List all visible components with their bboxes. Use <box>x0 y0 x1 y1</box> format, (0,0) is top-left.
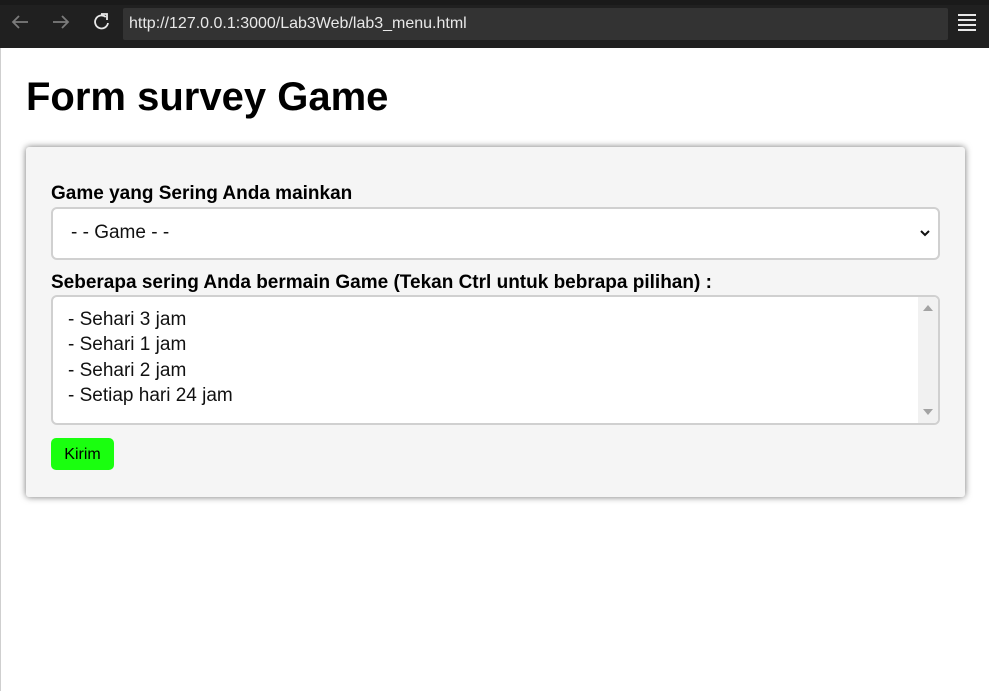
scroll-down-arrow-icon[interactable] <box>923 409 933 415</box>
hamburger-menu-icon[interactable] <box>958 14 976 32</box>
browser-tab-strip <box>0 0 989 5</box>
list-item[interactable]: - Sehari 3 jam <box>68 309 186 331</box>
game-select[interactable]: - - Game - - <box>51 207 940 260</box>
reload-icon[interactable] <box>90 10 114 34</box>
list-item[interactable]: - Sehari 1 jam <box>68 334 186 356</box>
game-field-label: Game yang Sering Anda mainkan <box>51 183 353 204</box>
list-item[interactable]: - Sehari 2 jam <box>68 360 186 382</box>
listbox-scrollbar[interactable] <box>918 297 938 423</box>
chevron-down-icon <box>920 230 930 237</box>
survey-form: Game yang Sering Anda mainkan - - Game -… <box>26 147 965 497</box>
submit-button[interactable]: Kirim <box>51 438 114 470</box>
scroll-up-arrow-icon[interactable] <box>923 305 933 311</box>
back-arrow-icon[interactable] <box>8 10 32 34</box>
page-title: Form survey Game <box>26 75 389 119</box>
forward-arrow-icon[interactable] <box>49 10 73 34</box>
browser-toolbar: http://127.0.0.1:3000/Lab3Web/lab3_menu.… <box>0 0 989 48</box>
list-item[interactable]: - Setiap hari 24 jam <box>68 385 233 407</box>
page-viewport: Form survey Game Game yang Sering Anda m… <box>0 48 989 691</box>
address-bar[interactable]: http://127.0.0.1:3000/Lab3Web/lab3_menu.… <box>123 8 948 40</box>
frequency-field-label: Seberapa sering Anda bermain Game (Tekan… <box>51 272 712 293</box>
frequency-multiselect[interactable]: - Sehari 3 jam - Sehari 1 jam - Sehari 2… <box>51 295 940 425</box>
game-select-value: - - Game - - <box>71 222 170 243</box>
